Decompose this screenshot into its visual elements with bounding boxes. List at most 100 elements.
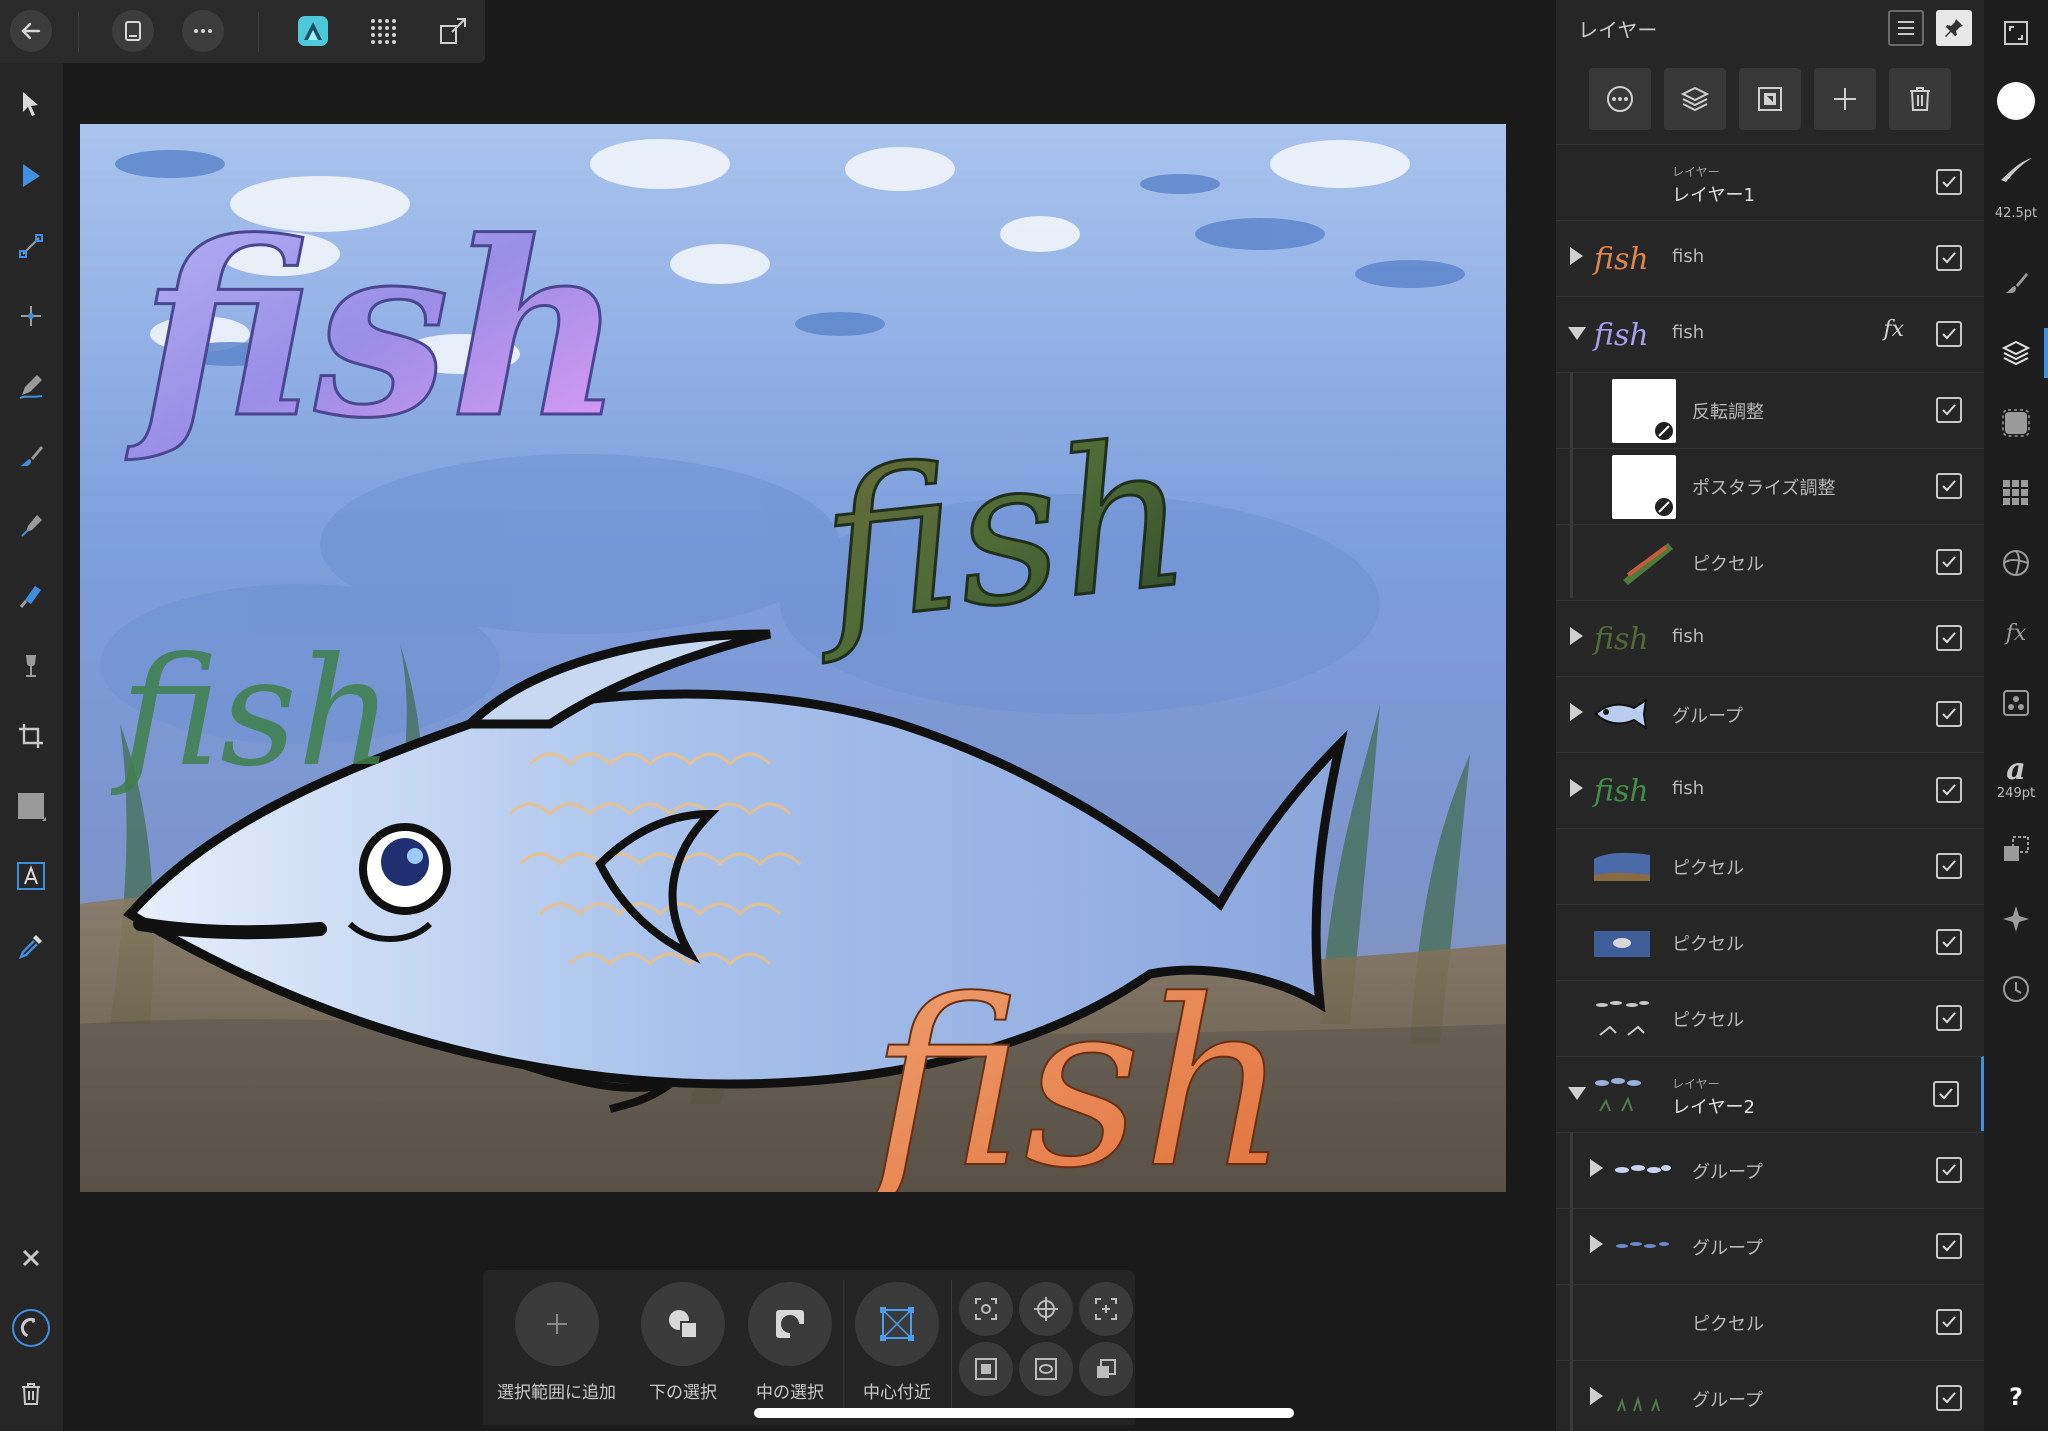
layer-row[interactable]: ピクセル [1556, 1284, 1984, 1359]
layer-visibility-checkbox[interactable] [1936, 473, 1962, 499]
document-button[interactable] [112, 10, 154, 52]
frame-option-button[interactable] [959, 1342, 1013, 1396]
back-button[interactable] [10, 10, 52, 52]
layer-visibility-checkbox[interactable] [1936, 701, 1962, 727]
delete-layer-button[interactable] [1889, 68, 1951, 130]
layer-visibility-checkbox[interactable] [1936, 397, 1962, 423]
color-picker-tool[interactable] [10, 925, 52, 967]
character-panel-button[interactable]: a [1995, 748, 2037, 790]
layer-visibility-checkbox[interactable] [1936, 929, 1962, 955]
layer-row[interactable]: fish fish [1556, 752, 1984, 827]
fullscreen-button[interactable] [1995, 12, 2037, 54]
layer-visibility-checkbox[interactable] [1936, 1233, 1962, 1259]
layer-row[interactable]: ピクセル [1556, 904, 1984, 979]
transparency-tool[interactable] [10, 645, 52, 687]
layer-row[interactable]: fish fish fx [1556, 296, 1984, 371]
layer-visibility-checkbox[interactable] [1936, 1385, 1962, 1411]
layer-visibility-checkbox[interactable] [1936, 1309, 1962, 1335]
effects-panel-button[interactable]: fx [1995, 612, 2037, 654]
move-tool[interactable] [10, 83, 52, 125]
close-button[interactable] [10, 1237, 52, 1279]
pin-panel-button[interactable] [1936, 10, 1972, 46]
overlap-option-button[interactable] [1079, 1342, 1133, 1396]
add-mask-button[interactable] [1739, 68, 1801, 130]
add-pixel-layer-button[interactable] [1664, 68, 1726, 130]
adjustments-panel-button[interactable] [1995, 542, 2037, 584]
pencil-tool[interactable] [10, 365, 52, 407]
contain-option-button[interactable] [1079, 1282, 1133, 1336]
expand-arrow-icon[interactable] [1590, 1387, 1603, 1405]
styles-panel-button[interactable] [1995, 682, 2037, 724]
layer-row[interactable]: グループ [1556, 1132, 1984, 1207]
intersect-option-button[interactable] [959, 1282, 1013, 1336]
layer-row[interactable]: グループ [1556, 676, 1984, 751]
fill-tool[interactable] [10, 575, 52, 617]
color-swatch-button[interactable] [1995, 80, 2037, 122]
channels-panel-button[interactable] [1995, 402, 2037, 444]
brushes-panel-button[interactable] [1995, 262, 2037, 304]
layer-visibility-checkbox[interactable] [1936, 245, 1962, 271]
layer-row[interactable]: ピクセル [1556, 828, 1984, 903]
layer-row[interactable]: グループ [1556, 1208, 1984, 1283]
pen-tool[interactable] [10, 505, 52, 547]
layer-visibility-checkbox[interactable] [1936, 1005, 1962, 1031]
add-to-selection-button[interactable]: 選択範囲に追加 [497, 1282, 616, 1403]
brush-width-button[interactable] [1995, 148, 2037, 190]
transform-panel-button[interactable] [1995, 828, 2037, 870]
layer-visibility-checkbox[interactable] [1936, 777, 1962, 803]
expand-arrow-icon[interactable] [1570, 703, 1583, 721]
expand-arrow-icon[interactable] [1570, 247, 1583, 265]
layer-visibility-checkbox[interactable] [1936, 1157, 1962, 1183]
collapse-arrow-icon[interactable] [1568, 327, 1586, 340]
crop-tool[interactable] [10, 715, 52, 757]
layer-row[interactable]: ピクセル [1556, 524, 1984, 599]
flood-select-tool[interactable] [10, 225, 52, 267]
layer-row[interactable]: fish fish [1556, 220, 1984, 295]
shape-tool[interactable] [10, 785, 52, 827]
export-persona-button[interactable] [432, 10, 474, 52]
pixel-persona-button[interactable] [362, 10, 404, 52]
text-tool[interactable] [10, 855, 52, 897]
layer-row[interactable]: ポスタライズ調整 [1556, 448, 1984, 523]
layer-row[interactable]: fish fish [1556, 600, 1984, 675]
layer-visibility-checkbox[interactable] [1936, 853, 1962, 879]
corner-tool[interactable] [10, 295, 52, 337]
swatches-panel-button[interactable] [1995, 472, 2037, 514]
layer-visibility-checkbox[interactable] [1936, 169, 1962, 195]
layer-row[interactable]: ピクセル [1556, 980, 1984, 1055]
home-indicator[interactable] [754, 1408, 1294, 1418]
collapse-arrow-icon[interactable] [1568, 1087, 1586, 1100]
visible-option-button[interactable] [1019, 1342, 1073, 1396]
near-center-button[interactable]: 中心付近 [855, 1282, 939, 1403]
expand-arrow-icon[interactable] [1590, 1159, 1603, 1177]
select-inside-button[interactable]: 中の選択 [748, 1282, 832, 1403]
navigator-panel-button[interactable] [1995, 898, 2037, 940]
layer-visibility-checkbox[interactable] [1936, 321, 1962, 347]
center-option-button[interactable] [1019, 1282, 1073, 1336]
help-button[interactable]: ? [1995, 1376, 2037, 1418]
more-button[interactable] [182, 10, 224, 52]
layers-panel-button[interactable] [1995, 332, 2037, 374]
layer-visibility-checkbox[interactable] [1933, 1081, 1959, 1107]
expand-arrow-icon[interactable] [1570, 627, 1583, 645]
select-below-button[interactable]: 下の選択 [641, 1282, 725, 1403]
document-canvas[interactable]: fish fish fish fish [80, 124, 1506, 1192]
node-tool[interactable] [10, 155, 52, 197]
vector-brush-tool[interactable] [10, 435, 52, 477]
layer-options-button[interactable] [1589, 68, 1651, 130]
layer-row[interactable]: グループ [1556, 1360, 1984, 1431]
expand-arrow-icon[interactable] [1590, 1235, 1603, 1253]
layer-row[interactable]: レイヤー レイヤー1 [1556, 144, 1984, 219]
history-panel-button[interactable] [1995, 968, 2037, 1010]
layer-row[interactable]: 反転調整 [1556, 372, 1984, 447]
layer-visibility-checkbox[interactable] [1936, 625, 1962, 651]
layer-visibility-checkbox[interactable] [1936, 549, 1962, 575]
photo-persona-button[interactable] [292, 10, 334, 52]
delete-button[interactable] [10, 1373, 52, 1415]
expand-arrow-icon[interactable] [1570, 779, 1583, 797]
snapping-button[interactable] [10, 1307, 52, 1349]
add-layer-button[interactable] [1814, 68, 1876, 130]
fx-icon[interactable]: fx [1883, 317, 1904, 342]
layer-row-selected[interactable]: レイヤー レイヤー2 [1556, 1056, 1984, 1131]
layers-menu-button[interactable] [1888, 10, 1924, 46]
